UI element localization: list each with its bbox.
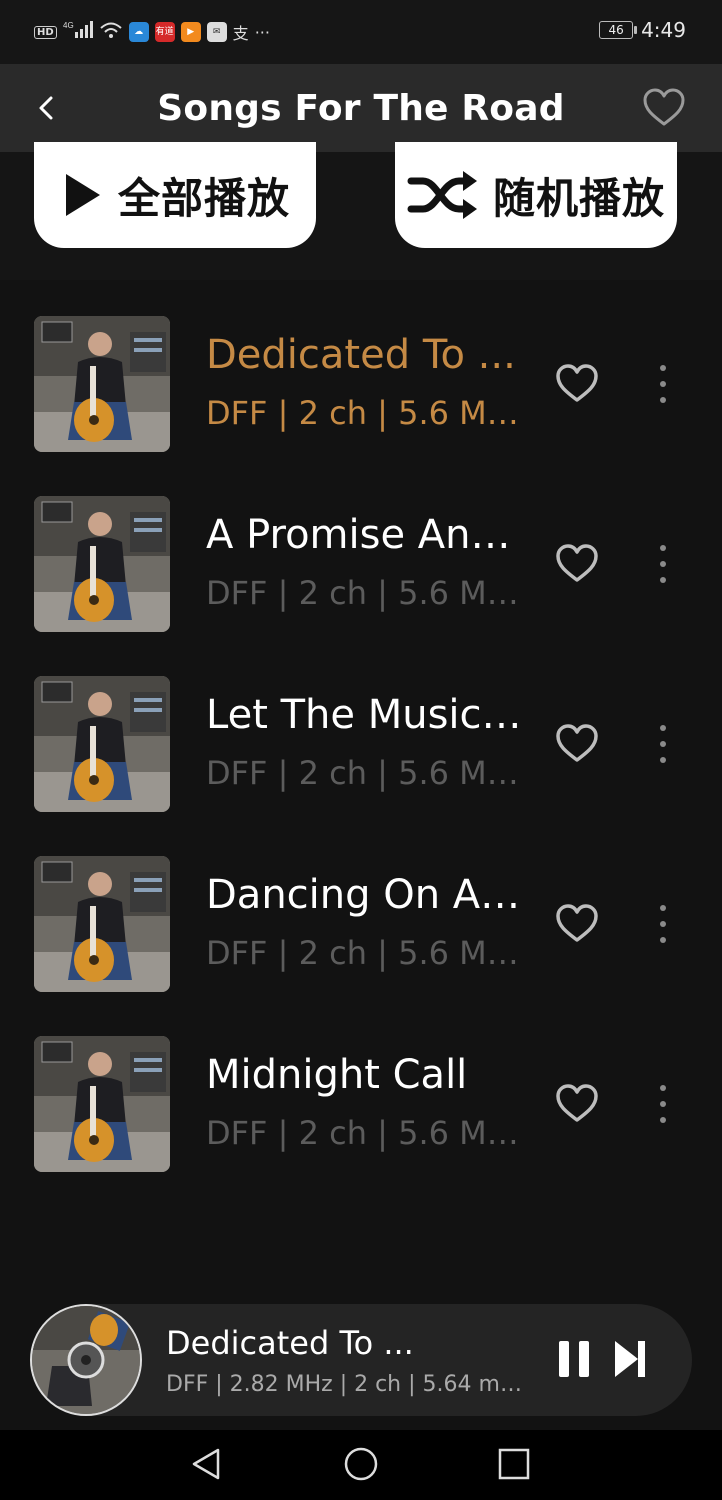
- more-vertical-icon: [660, 545, 666, 583]
- track-meta: DFF | 2 ch | 5.6 Mb...: [206, 934, 522, 972]
- track-title: Dancing On A ...: [206, 872, 526, 918]
- video-app-icon: ▶: [180, 22, 201, 42]
- nav-recents-button[interactable]: [496, 1444, 532, 1484]
- shuffle-button[interactable]: 随机播放: [395, 142, 677, 248]
- square-recents-icon: [498, 1448, 530, 1480]
- pause-icon: [559, 1341, 589, 1377]
- heart-outline-icon: [556, 364, 598, 402]
- svg-text:4G: 4G: [63, 21, 74, 30]
- nav-home-button[interactable]: [343, 1444, 379, 1484]
- album-cover: [34, 676, 170, 812]
- mail-app-icon: ✉: [206, 22, 227, 42]
- status-bar: HD 4G ☁ 有道 ▶ ✉ 支 ··· 46 4:49: [0, 0, 722, 64]
- album-cover: [34, 316, 170, 452]
- pause-button[interactable]: [556, 1338, 592, 1380]
- more-vertical-icon: [660, 725, 666, 763]
- track-row[interactable]: Midnight Call DFF | 2 ch | 5.6 Mb...: [0, 1004, 722, 1184]
- cloud-app-icon: ☁: [128, 22, 149, 42]
- nav-back-button[interactable]: [188, 1444, 224, 1484]
- circle-home-icon: [344, 1447, 378, 1481]
- track-row[interactable]: Dedicated To ... DFF | 2 ch | 5.6 Mb...: [0, 284, 722, 464]
- shuffle-label: 随机播放: [492, 173, 665, 223]
- more-vertical-icon: [660, 905, 666, 943]
- track-title: Dedicated To ...: [206, 332, 516, 378]
- track-more-button[interactable]: [648, 722, 678, 766]
- shuffle-icon: [407, 171, 477, 219]
- action-bar: 全部播放 随机播放: [0, 142, 722, 280]
- track-meta: DFF | 2 ch | 5.6 Mb...: [206, 1114, 522, 1152]
- hd-icon: HD: [34, 25, 57, 39]
- track-more-button[interactable]: [648, 1082, 678, 1126]
- heart-outline-icon: [556, 1084, 598, 1122]
- alipay-icon: 支: [232, 24, 249, 43]
- signal-4g-icon: 4G: [63, 20, 93, 44]
- track-row[interactable]: Let The Music ... DFF | 2 ch | 5.6 Mb...: [0, 644, 722, 824]
- track-meta: DFF | 2 ch | 5.6 Mb...: [206, 754, 522, 792]
- track-title: Midnight Call: [206, 1052, 468, 1098]
- track-row[interactable]: A Promise And... DFF | 2 ch | 5.6 Mb...: [0, 464, 722, 644]
- heart-outline-icon: [556, 724, 598, 762]
- track-favorite-button[interactable]: [554, 544, 600, 584]
- album-cover: [34, 496, 170, 632]
- track-meta: DFF | 2 ch | 5.6 Mb...: [206, 574, 522, 612]
- album-cover: [34, 856, 170, 992]
- status-icons: HD 4G ☁ 有道 ▶ ✉ 支 ···: [34, 20, 270, 44]
- heart-outline-icon: [643, 88, 685, 126]
- album-cover: [34, 1036, 170, 1172]
- heart-outline-icon: [556, 544, 598, 582]
- more-dots-icon: ···: [254, 22, 270, 42]
- now-playing-disc[interactable]: [30, 1304, 142, 1416]
- heart-outline-icon: [556, 904, 598, 942]
- track-meta: DFF | 2 ch | 5.6 Mb...: [206, 394, 522, 432]
- favorite-playlist-button[interactable]: [642, 88, 686, 128]
- triangle-back-icon: [192, 1448, 220, 1480]
- play-all-label: 全部播放: [117, 173, 290, 223]
- system-nav-bar: [0, 1430, 722, 1500]
- more-vertical-icon: [660, 365, 666, 403]
- more-vertical-icon: [660, 1085, 666, 1123]
- track-title: Let The Music ...: [206, 692, 526, 738]
- youdao-app-icon: 有道: [154, 22, 175, 42]
- wifi-icon: [99, 20, 123, 44]
- track-row[interactable]: Dancing On A ... DFF | 2 ch | 5.6 Mb...: [0, 824, 722, 1004]
- clock: 4:49: [641, 18, 686, 42]
- page-title: Songs For The Road: [157, 88, 565, 129]
- track-favorite-button[interactable]: [554, 724, 600, 764]
- play-icon: [65, 174, 100, 216]
- now-playing-meta: DFF | 2.82 MHz | 2 ch | 5.64 mbp...: [166, 1372, 526, 1397]
- track-favorite-button[interactable]: [554, 904, 600, 944]
- header-bar: Songs For The Road: [0, 64, 722, 152]
- track-more-button[interactable]: [648, 362, 678, 406]
- track-favorite-button[interactable]: [554, 364, 600, 404]
- play-all-button[interactable]: 全部播放: [34, 142, 316, 248]
- track-more-button[interactable]: [648, 542, 678, 586]
- track-favorite-button[interactable]: [554, 1084, 600, 1124]
- battery-icon: 46: [599, 21, 638, 39]
- skip-next-icon: [615, 1341, 645, 1377]
- track-title: A Promise And...: [206, 512, 526, 558]
- track-more-button[interactable]: [648, 902, 678, 946]
- now-playing-title: Dedicated To ...: [166, 1324, 414, 1362]
- next-track-button[interactable]: [612, 1338, 648, 1380]
